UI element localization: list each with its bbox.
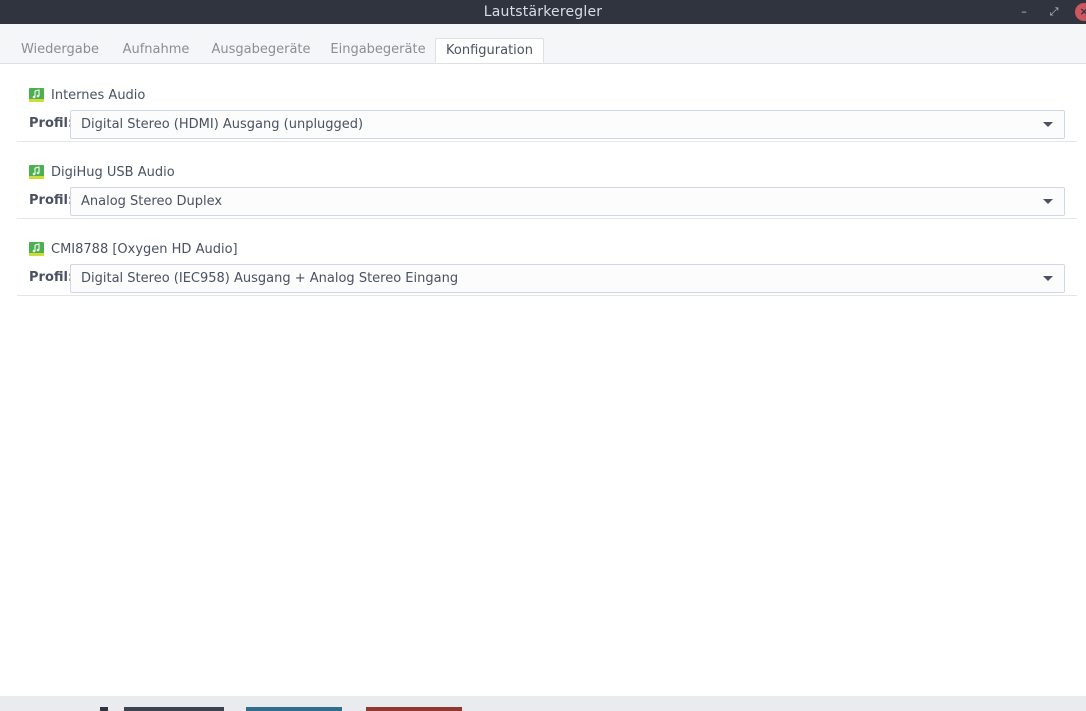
profile-label: Profil: xyxy=(29,116,74,131)
window-title: Lautstärkeregler xyxy=(483,4,603,20)
tab-eingabegeraete[interactable]: Eingabegeräte xyxy=(325,38,431,62)
profile-dropdown[interactable]: Digital Stereo (IEC958) Ausgang + Analog… xyxy=(70,264,1065,293)
device-section: Internes Audio Profil: Digital Stereo (H… xyxy=(17,64,1077,142)
maximize-button[interactable]: ⤢ xyxy=(1046,4,1062,20)
audio-card-icon xyxy=(29,88,44,102)
profile-selected-value: Digital Stereo (IEC958) Ausgang + Analog… xyxy=(81,271,459,286)
desktop-strip xyxy=(0,696,1086,711)
taskbar-item xyxy=(366,707,462,711)
window-titlebar: Lautstärkeregler – ⤢ × xyxy=(0,0,1086,24)
tab-konfiguration[interactable]: Konfiguration xyxy=(435,38,544,63)
device-name: DigiHug USB Audio xyxy=(51,165,175,180)
taskbar-item xyxy=(246,707,342,711)
audio-card-icon xyxy=(29,242,44,256)
taskbar-item xyxy=(100,707,108,711)
profile-selected-value: Analog Stereo Duplex xyxy=(81,194,223,209)
device-section: DigiHug USB Audio Profil: Analog Stereo … xyxy=(17,141,1077,219)
profile-dropdown[interactable]: Digital Stereo (HDMI) Ausgang (unplugged… xyxy=(70,110,1065,139)
device-name: CMI8788 [Oxygen HD Audio] xyxy=(51,242,238,257)
tab-aufnahme[interactable]: Aufnahme xyxy=(116,38,196,62)
device-name: Internes Audio xyxy=(51,88,146,103)
main-window: Wiedergabe Aufnahme Ausgabegeräte Eingab… xyxy=(0,24,1086,708)
close-button[interactable]: × xyxy=(1075,3,1086,21)
configuration-panel: Internes Audio Profil: Digital Stereo (H… xyxy=(5,64,1086,696)
profile-label: Profil: xyxy=(29,270,74,285)
device-section: CMI8788 [Oxygen HD Audio] Profil: Digita… xyxy=(17,218,1077,296)
tab-bar: Wiedergabe Aufnahme Ausgabegeräte Eingab… xyxy=(0,24,1086,64)
tab-ausgabegeraete[interactable]: Ausgabegeräte xyxy=(205,38,317,62)
profile-dropdown[interactable]: Analog Stereo Duplex xyxy=(70,187,1065,216)
taskbar-item xyxy=(124,707,224,711)
profile-selected-value: Digital Stereo (HDMI) Ausgang (unplugged… xyxy=(81,117,364,132)
minimize-button[interactable]: – xyxy=(1016,4,1032,20)
chevron-down-icon xyxy=(1043,276,1053,281)
chevron-down-icon xyxy=(1043,199,1053,204)
tab-wiedergabe[interactable]: Wiedergabe xyxy=(14,38,106,62)
profile-label: Profil: xyxy=(29,193,74,208)
chevron-down-icon xyxy=(1043,122,1053,127)
audio-card-icon xyxy=(29,165,44,179)
